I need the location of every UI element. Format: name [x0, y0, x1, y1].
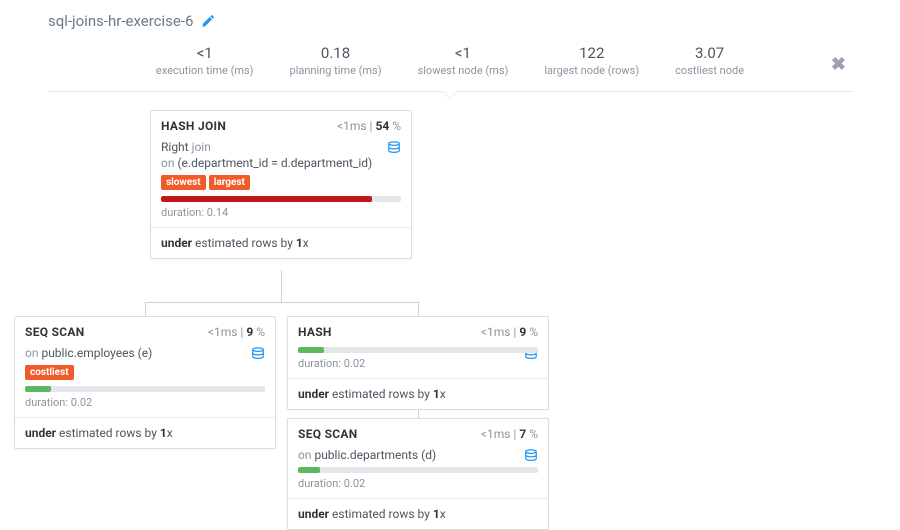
- duration-text: duration: 0.14: [161, 206, 401, 219]
- connector: [145, 302, 146, 316]
- duration-text: duration: 0.02: [25, 396, 265, 409]
- stat-label: execution time (ms): [156, 64, 254, 77]
- node-body: on public.departments (d) duration: 0.02: [288, 445, 548, 498]
- tag-largest: largest: [209, 175, 250, 190]
- node-footer: under estimated rows by 1x: [15, 417, 275, 448]
- node-hash[interactable]: HASH <1ms | 9 % duration: 0.02 under est…: [287, 316, 549, 410]
- stat-slowest: <1 slowest node (ms): [400, 44, 527, 77]
- node-body: Right join on (e.department_id = d.depar…: [151, 137, 411, 227]
- node-desc: Right join on (e.department_id = d.depar…: [161, 139, 401, 171]
- duration-bar: [25, 386, 265, 392]
- node-header: HASH <1ms | 9 %: [288, 317, 548, 343]
- pencil-icon[interactable]: [201, 14, 215, 28]
- node-title: SEQ SCAN: [298, 427, 358, 441]
- node-tags: costliest: [25, 365, 265, 380]
- node-seq-scan-departments[interactable]: SEQ SCAN <1ms | 7 % on public.department…: [287, 418, 549, 530]
- stats-bar: <1 execution time (ms) 0.18 planning tim…: [48, 44, 852, 92]
- stat-value: 3.07: [675, 44, 744, 62]
- node-metrics: <1ms | 7 %: [481, 427, 538, 441]
- node-metrics: <1ms | 9 %: [481, 325, 538, 339]
- node-footer: under estimated rows by 1x: [288, 498, 548, 529]
- node-header: SEQ SCAN <1ms | 7 %: [288, 419, 548, 445]
- stat-value: 0.18: [290, 44, 382, 62]
- stat-exec-time: <1 execution time (ms): [138, 44, 272, 77]
- stat-value: 122: [544, 44, 639, 62]
- stat-costliest: 3.07 costliest node: [657, 44, 762, 77]
- connector: [145, 302, 419, 303]
- node-desc: on public.employees (e): [25, 345, 265, 361]
- stat-label: largest node (rows): [544, 64, 639, 77]
- database-icon: [387, 141, 401, 155]
- duration-text: duration: 0.02: [298, 357, 538, 370]
- stat-plan-time: 0.18 planning time (ms): [272, 44, 400, 77]
- node-body: duration: 0.02: [288, 343, 548, 378]
- node-footer: under estimated rows by 1x: [151, 227, 411, 258]
- node-header: SEQ SCAN <1ms | 9 %: [15, 317, 275, 343]
- node-footer: under estimated rows by 1x: [288, 378, 548, 409]
- node-title: HASH: [298, 325, 332, 339]
- page-title: sql-joins-hr-exercise-6: [48, 12, 193, 30]
- connector: [418, 302, 419, 316]
- stat-label: planning time (ms): [290, 64, 382, 77]
- duration-bar: [298, 467, 538, 473]
- header: sql-joins-hr-exercise-6: [0, 0, 900, 30]
- stat-value: <1: [418, 44, 509, 62]
- node-desc: on public.departments (d): [298, 447, 538, 463]
- tag-costliest: costliest: [25, 365, 74, 380]
- close-icon[interactable]: ✖: [831, 54, 846, 75]
- database-icon: [251, 347, 265, 361]
- node-seq-scan-employees[interactable]: SEQ SCAN <1ms | 9 % on public.employees …: [14, 316, 276, 449]
- node-body: on public.employees (e) costliest durati…: [15, 343, 275, 417]
- node-header: HASH JOIN <1ms | 54 %: [151, 111, 411, 137]
- stat-label: slowest node (ms): [418, 64, 509, 77]
- connector: [281, 270, 282, 302]
- database-icon: [524, 449, 538, 463]
- duration-bar: [298, 347, 538, 353]
- node-hash-join[interactable]: HASH JOIN <1ms | 54 % Right join on (e.d…: [150, 110, 412, 259]
- chevron-down-icon: [442, 91, 458, 99]
- duration-bar: [161, 196, 401, 202]
- stat-largest: 122 largest node (rows): [526, 44, 657, 77]
- stat-label: costliest node: [675, 64, 744, 77]
- stat-value: <1: [156, 44, 254, 62]
- node-title: HASH JOIN: [161, 119, 226, 133]
- node-title: SEQ SCAN: [25, 325, 85, 339]
- node-metrics: <1ms | 9 %: [208, 325, 265, 339]
- node-tags: slowest largest: [161, 175, 401, 190]
- duration-text: duration: 0.02: [298, 477, 538, 490]
- tag-slowest: slowest: [161, 175, 206, 190]
- node-metrics: <1ms | 54 %: [337, 119, 401, 133]
